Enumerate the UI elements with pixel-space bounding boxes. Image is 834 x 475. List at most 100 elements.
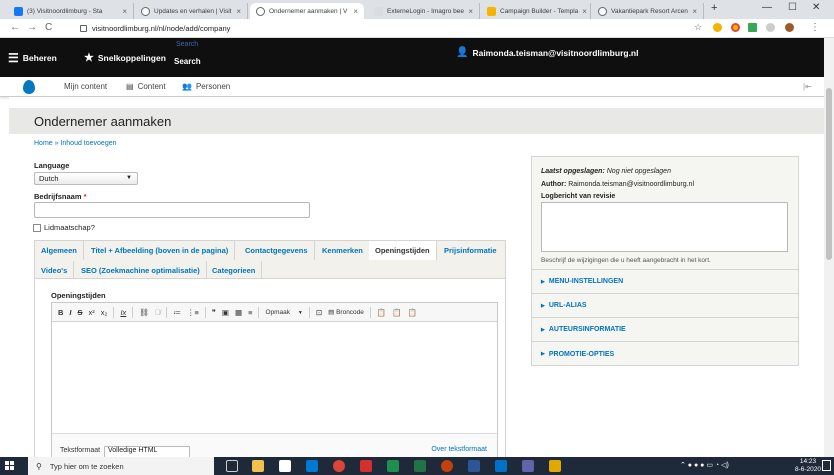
tab-close-icon[interactable]: × [118,7,127,16]
file-explorer-icon[interactable] [252,460,264,472]
section-menu-settings[interactable]: ▶ MENU-INSTELLINGEN [532,270,798,294]
table-button[interactable]: ▦ [235,308,242,317]
section-author-info[interactable]: ▶ AUTEURSINFORMATIE [532,318,798,342]
membership-checkbox-row[interactable]: Lidmaatschap? [33,223,95,232]
tab-close-icon[interactable]: × [232,7,241,16]
tab-titel-afbeelding[interactable]: Titel + Afbeelding (boven in de pagina) [85,241,236,260]
task-view-icon[interactable] [226,460,238,472]
extension-icon[interactable] [731,23,740,32]
browser-tab[interactable]: Updates en verhalen | Visit × [135,3,248,19]
strikethrough-button[interactable]: S [78,308,83,317]
breadcrumb[interactable]: Home » Inhoud toevoegen [34,140,117,147]
search-input[interactable]: Search [176,41,198,48]
publisher-icon[interactable] [387,460,399,472]
tray-item-content[interactable]: ▤ Content [126,82,166,91]
about-text-format-link[interactable]: Over tekstformaat [431,446,487,453]
close-window-button[interactable]: ✕ [812,2,820,13]
company-name-input[interactable] [34,202,310,218]
extension-icon[interactable] [748,23,757,32]
maximize-button[interactable]: ☐ [788,2,797,13]
tab-algemeen[interactable]: Algemeen [35,241,84,260]
revision-log-help: Beschrijf de wijzigingen die u heeft aan… [541,257,711,264]
browser-tab-active[interactable]: Ondernemer aanmaken | V × [250,3,364,19]
url-field[interactable]: visitnoordlimburg.nl/nl/node/add/company [80,21,690,36]
tab-openingstijden[interactable]: Openingstijden [369,241,437,260]
globe-icon [598,6,607,16]
scrollbar-thumb[interactable] [826,88,832,260]
chrome-icon[interactable] [333,460,345,472]
reload-button[interactable]: C [45,22,52,33]
tray-item-my-content[interactable]: Mijn content [64,82,107,91]
tab-close-icon[interactable]: × [464,7,473,16]
back-button[interactable]: ← [10,22,20,33]
tab-contactgegevens[interactable]: Contactgegevens [239,241,315,260]
section-url-alias[interactable]: ▶ URL-ALIAS [532,294,798,318]
bold-button[interactable]: B [58,308,63,317]
manage-menu[interactable]: ☰ Beheren [8,38,57,77]
paste-word-icon[interactable]: 📋 [408,308,417,317]
tab-close-icon[interactable]: × [578,7,587,16]
format-dropdown[interactable]: Opmaak ▼ [265,309,302,316]
orientation-toggle-icon[interactable]: |⇤ [803,82,812,91]
triangle-right-icon: ▶ [541,278,545,285]
tab-categorieen[interactable]: Categorieen [206,261,263,280]
browser-tab[interactable]: (3) Visitnoordlimburg - Sta × [8,3,134,19]
tab-close-icon[interactable]: × [688,7,697,16]
menu-dots-icon[interactable]: ⋮ [810,22,820,33]
acrobat-icon[interactable] [360,460,372,472]
taskbar-search-input[interactable]: ⚲ Typ hier om te zoeken [28,457,214,475]
browser-tab[interactable]: Campaign Builder - Templa × [481,3,591,19]
numbered-list-button[interactable]: ⋮≡ [187,308,199,317]
windows-start-icon[interactable] [5,461,15,471]
tab-close-icon[interactable]: × [349,7,358,16]
horizontal-rule-button[interactable]: ≡ [248,308,252,317]
search-label[interactable]: Search [174,57,201,66]
tab-seo[interactable]: SEO (Zoekmachine optimalisatie) [75,261,207,280]
section-promotion-options[interactable]: ▶ PROMOTIE-OPTIES [532,342,798,366]
new-tab-button[interactable]: + [711,2,717,14]
taskbar-clock[interactable]: 14:23 8-6-2020 [795,458,821,474]
notification-icon[interactable] [822,460,831,471]
membership-checkbox[interactable] [33,223,41,232]
italic-button[interactable]: I [69,308,71,317]
extension-icon[interactable] [713,23,722,32]
settings-icon[interactable] [549,460,561,472]
tab-kenmerken[interactable]: Kenmerken [316,241,370,260]
shortcuts-menu[interactable]: ★ Snelkoppelingen [84,38,166,77]
paste-text-icon[interactable]: 📋 [392,308,401,317]
user-menu[interactable]: 👤 Raimonda.teisman@visitnoordlimburg.nl [456,47,638,58]
browser-tab[interactable]: Vakantiepark Resort Arcen × [592,3,704,19]
subscript-button[interactable]: x₂ [101,308,108,317]
revision-log-textarea[interactable] [541,202,788,252]
source-button[interactable]: ▤ Broncode [328,308,364,316]
blockquote-button[interactable]: ❞ [212,308,216,317]
link-button[interactable]: ⛓ [139,308,149,317]
image-button[interactable]: ▣ [222,308,229,317]
minimize-button[interactable]: — [762,2,772,13]
outlook-icon[interactable] [495,460,507,472]
teams-icon[interactable] [522,460,534,472]
system-tray-icons[interactable]: ⌃ ● ● ● ▭ ◔ ◁) [680,461,729,469]
bookmark-star-icon[interactable]: ☆ [694,22,702,33]
firefox-icon[interactable] [441,460,453,472]
browser-tab[interactable]: ExterneLogin - Imagro bee × [368,3,480,19]
drupal-logo-icon[interactable] [23,80,35,94]
remove-format-button[interactable]: Ix [120,308,126,317]
maximize-icon[interactable]: ⊡ [316,308,322,317]
store-icon[interactable] [279,460,291,472]
mail-icon[interactable] [306,460,318,472]
paste-icon[interactable]: 📋 [377,308,386,317]
excel-icon[interactable] [414,460,426,472]
profile-avatar[interactable] [785,23,794,32]
rich-text-editor[interactable]: B I S x² x₂ Ix ⛓ ⛓̸ ≔ ⋮≡ ❞ ▣ ▦ ≡ Opmaak … [51,302,498,458]
word-icon[interactable] [468,460,480,472]
superscript-button[interactable]: x² [89,308,95,317]
tray-item-people[interactable]: 👥 Personen [182,82,230,91]
language-select[interactable]: Dutch ▼ [34,172,138,185]
extension-icon[interactable] [766,23,775,32]
unlink-button[interactable]: ⛓̸ [155,308,161,317]
bulleted-list-button[interactable]: ≔ [173,308,181,317]
tab-prijsinformatie[interactable]: Prijsinformatie [438,241,503,260]
tab-videos[interactable]: Video's [35,261,75,280]
forward-button[interactable]: → [27,22,37,33]
